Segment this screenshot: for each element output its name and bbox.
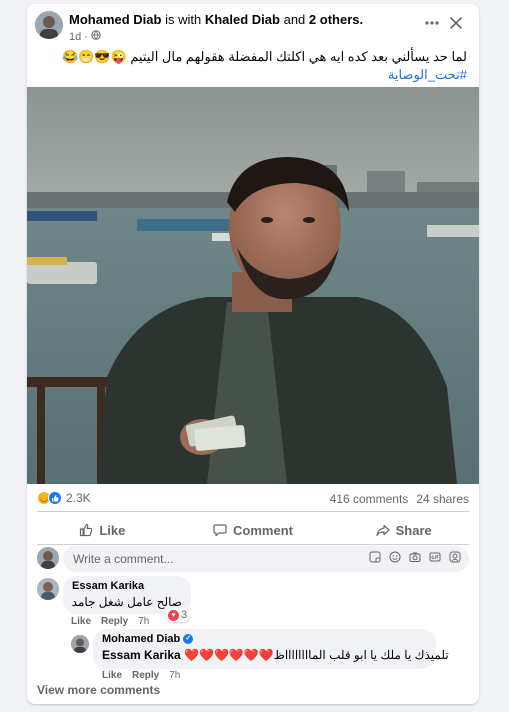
reaction-count[interactable]: 2.3K (66, 491, 91, 505)
post-card: Mohamed Diab is with Khaled Diab and 2 o… (27, 4, 479, 704)
shares-count[interactable]: 24 shares (416, 492, 469, 506)
reply-reply-button[interactable]: Reply (132, 670, 159, 681)
post-photo[interactable] (27, 87, 479, 484)
photo-scene (27, 87, 479, 484)
like-label: Like (99, 522, 126, 538)
reply-actions: Like Reply 7h (102, 670, 180, 681)
share-label: Share (395, 522, 432, 538)
post-time[interactable]: 1d (69, 31, 81, 43)
reply-like-button[interactable]: Like (102, 670, 122, 681)
view-more-comments-link[interactable]: View more comments (37, 683, 160, 697)
more-options-icon[interactable] (422, 13, 442, 33)
reply-text: تلميذك يا ملك يا ابو قلب المااااااااظ❤️❤… (184, 648, 449, 662)
camera-icon[interactable] (409, 551, 421, 563)
comment-composer (37, 544, 469, 574)
author-line: Mohamed Diab is with Khaled Diab and 2 o… (69, 12, 363, 27)
stats-right: 416 comments 24 shares (330, 492, 469, 506)
like-button[interactable]: Like (27, 515, 178, 545)
post-header: Mohamed Diab is with Khaled Diab and 2 o… (27, 4, 479, 48)
post-stats: ◡ 2.3K 416 comments 24 shares (27, 484, 479, 514)
stats-divider (37, 511, 469, 512)
share-icon (376, 524, 390, 537)
comment-icon (213, 524, 227, 537)
comment-actions: Like Reply 7h (71, 616, 149, 627)
post-text: لما حد يسألني بعد كده ايه هي اكلتك المفض… (47, 48, 467, 84)
with-text: is with (165, 12, 202, 27)
avatar-sticker-icon[interactable] (449, 551, 461, 563)
post-meta: 1d · (69, 30, 101, 43)
others-link[interactable]: 2 others. (309, 12, 363, 27)
tagged-name[interactable]: Khaled Diab (205, 12, 280, 27)
share-button[interactable]: Share (328, 515, 479, 545)
comment-text: صالح عامل شغل جامد (71, 595, 182, 609)
sticker-icon[interactable] (369, 551, 381, 563)
love-icon: ♥ (168, 609, 179, 621)
post-body: لما حد يسألني بعد كده ايه هي اكلتك المفض… (61, 49, 467, 64)
author-name[interactable]: Mohamed Diab (69, 12, 161, 27)
reply-bubble: Mohamed Diab ✓ Essam Karika تلميذك يا مل… (93, 629, 449, 669)
close-icon[interactable] (446, 13, 466, 33)
comment-like-button[interactable]: Like (71, 616, 91, 627)
reply-mention[interactable]: Essam Karika (102, 648, 181, 662)
comments-count[interactable]: 416 comments (330, 492, 409, 506)
comment-author[interactable]: Essam Karika (72, 580, 182, 592)
commenter-avatar[interactable] (37, 578, 59, 600)
comment-button[interactable]: Comment (178, 515, 329, 545)
post-hashtag[interactable]: #تحت_الوصاية (47, 66, 467, 84)
action-bar: Like Comment Share (27, 515, 479, 545)
composer-icons (369, 551, 461, 563)
comment-reply-button[interactable]: Reply (101, 616, 128, 627)
reply-author-line: Mohamed Diab ✓ (102, 633, 427, 645)
comment-time[interactable]: 7h (138, 616, 149, 627)
and-text: and (283, 12, 306, 27)
comment-label: Comment (233, 522, 293, 538)
composer-avatar[interactable] (37, 547, 59, 569)
author-avatar[interactable] (35, 11, 63, 39)
like-icon (48, 491, 62, 505)
thumbs-up-icon (80, 523, 93, 537)
reply-text-line: Essam Karika تلميذك يا ملك يا ابو قلب ال… (102, 648, 449, 662)
globe-icon (91, 30, 101, 43)
comment-reaction-count: 3 (181, 609, 188, 621)
reply-avatar[interactable] (71, 635, 89, 653)
comment-reaction-badge[interactable]: ♥ 3 (165, 608, 191, 622)
reply-author[interactable]: Mohamed Diab (102, 633, 180, 645)
reactions-summary[interactable]: ◡ 2.3K (37, 491, 91, 505)
reply-time[interactable]: 7h (169, 670, 180, 681)
gif-icon[interactable] (429, 551, 441, 563)
verified-badge-icon: ✓ (183, 634, 194, 645)
emoji-icon[interactable] (389, 551, 401, 563)
